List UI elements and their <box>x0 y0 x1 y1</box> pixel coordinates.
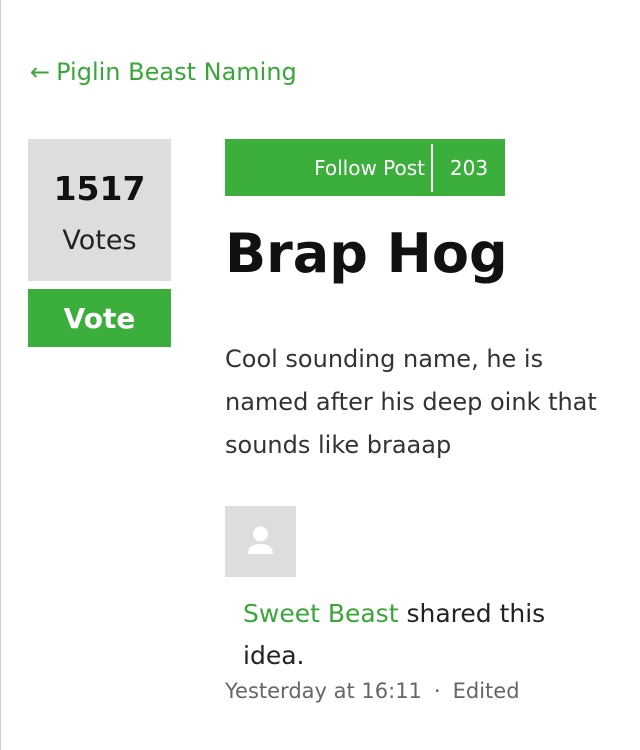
follow-post-button[interactable]: Follow Post 203 <box>225 139 505 196</box>
follower-count: 203 <box>449 155 489 180</box>
back-link-label: Piglin Beast Naming <box>56 58 297 86</box>
vote-count-box: 1517 Votes <box>28 139 171 281</box>
meta-separator: · <box>433 679 441 703</box>
votes-label: Votes <box>62 225 137 256</box>
post-title: Brap Hog <box>225 222 508 285</box>
user-placeholder-icon <box>248 526 273 554</box>
vote-count: 1517 <box>53 169 146 208</box>
edited-label[interactable]: Edited <box>453 679 520 703</box>
avatar[interactable] <box>225 506 296 577</box>
post-timestamp[interactable]: Yesterday at 16:11 <box>225 679 422 703</box>
post-body: Cool sounding name, he is named after hi… <box>225 345 597 459</box>
post-meta: Yesterday at 16:11 · Edited <box>225 679 520 703</box>
follow-post-label: Follow Post <box>314 155 425 180</box>
vote-button[interactable]: Vote <box>28 289 171 347</box>
back-link[interactable]: ← Piglin Beast Naming <box>30 58 297 86</box>
back-arrow-icon: ← <box>30 58 51 86</box>
author-name-link[interactable]: Sweet Beast <box>243 599 399 628</box>
page-left-border <box>0 0 1 750</box>
shared-by-line: Sweet Beast shared this idea. <box>243 593 613 677</box>
